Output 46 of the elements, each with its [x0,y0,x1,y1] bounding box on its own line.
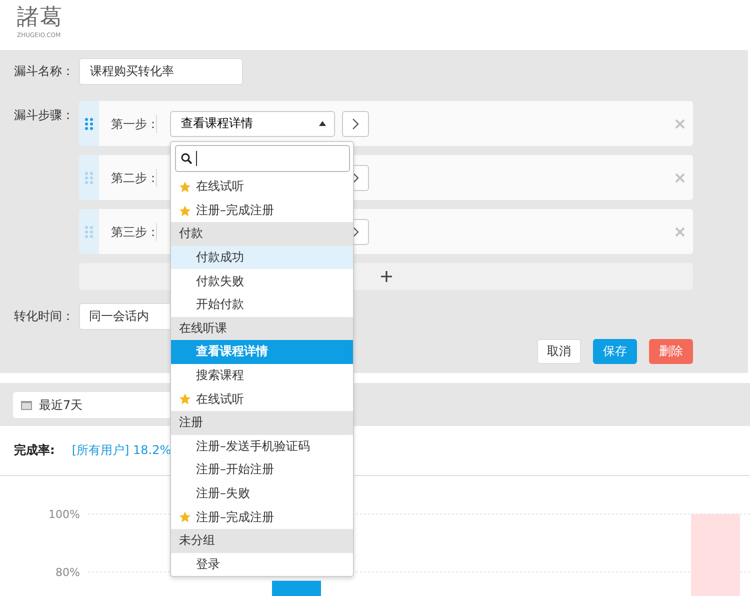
logo: 諸葛 [17,6,63,30]
caret-icon [319,121,326,126]
drag-handle-icon[interactable] [85,226,93,238]
axis-tick-label: 100% [48,508,80,521]
dropdown-option[interactable]: 注册–失败 [171,482,353,506]
calendar-icon [21,400,32,410]
plus-icon [380,271,392,282]
rate-value: [所有用户] 18.2% [72,442,172,459]
funnel-name-field[interactable]: 课程购买转化率 [79,58,243,85]
chevron-right-icon [352,172,359,184]
dropdown-option[interactable]: 注册–完成注册 [171,505,353,529]
chevron-right-icon [352,226,359,238]
drag-handle-icon[interactable] [85,172,93,184]
next-button[interactable] [342,110,369,136]
dropdown-option[interactable]: 注册–发送手机验证码 [171,434,353,458]
search-field[interactable] [175,145,350,172]
group-header: 在线听课 [171,316,353,340]
dropdown-option[interactable]: 搜索课程 [171,364,353,388]
field-label: 漏斗步骤： [13,107,75,124]
field-label: 转化时间： [13,308,75,325]
dropdown-option[interactable]: 在线试听 [171,387,353,411]
search-icon [181,153,192,164]
close-icon[interactable] [675,226,685,236]
step-label: 第二步： [111,168,157,186]
step-label: 第一步： [111,114,157,132]
axis-tick-label: 80% [56,566,80,580]
chevron-right-icon [352,118,359,130]
drag-handle-icon[interactable] [85,118,93,130]
group-header: 付款 [171,222,353,246]
dropdown-option[interactable]: 付款成功 [171,246,353,270]
close-icon[interactable] [675,172,685,182]
step-label: 第三步： [111,222,157,240]
group-header: 未分组 [171,528,353,552]
dropdown-option[interactable]: 注册–开始注册 [171,458,353,482]
cancel-button[interactable]: 取消 [537,339,581,364]
dropdown-option[interactable]: 登录 [171,552,353,576]
field-label: 漏斗名称： [13,63,75,80]
dropdown-option[interactable]: 注册–完成注册 [171,198,353,222]
close-icon[interactable] [675,118,685,128]
rate-label: 完成率: [14,442,55,459]
chart-bar [272,580,321,596]
event-select[interactable]: 查看课程详情 [170,110,335,136]
group-header: 注册 [171,410,353,435]
date-range-picker[interactable]: 最近7天 [13,392,173,418]
dropdown-option[interactable]: 付款失败 [171,269,353,293]
dropdown-option[interactable]: 在线试听 [171,175,353,199]
